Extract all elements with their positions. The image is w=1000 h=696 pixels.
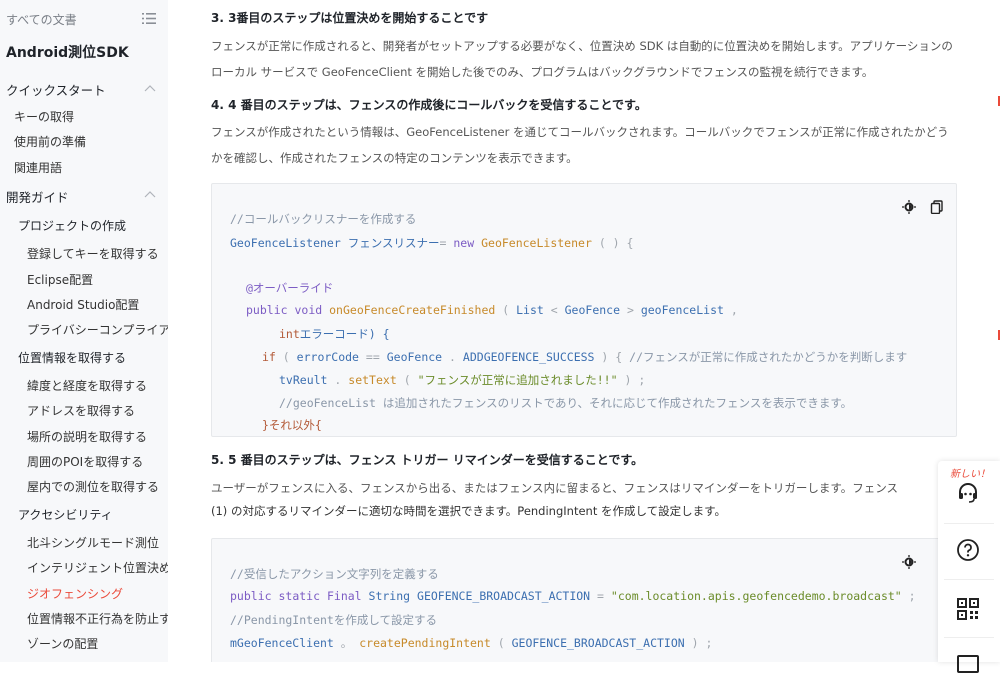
product-title: Android測位SDK (6, 45, 129, 61)
code-line: mGeoFenceClient 。 createPendingIntent ( … (230, 636, 713, 650)
help-icon (957, 539, 979, 561)
theme-toggle-icon[interactable] (902, 555, 916, 569)
code-line: //geoFenceList は追加されたフェンスのリストであり、それに応じて作… (279, 396, 853, 410)
code-line: if ( errorCode == GeoFence . ADDGEOFENCE… (262, 350, 908, 364)
sidebar-item-privacy[interactable]: プライバシーコンプライア (27, 321, 168, 338)
sidebar-group-accessibility[interactable]: アクセシビリティ (18, 506, 113, 523)
copy-icon[interactable] (930, 200, 944, 214)
chevron-up-icon[interactable] (144, 84, 156, 92)
sidebar-item-intelligent[interactable]: インテリジェント位置決め (27, 559, 168, 576)
code-line: //PendingIntentを作成して設定する (230, 613, 438, 627)
feedback-icon (957, 655, 979, 673)
sidebar-item-android-studio[interactable]: Android Studio配置 (27, 296, 139, 313)
section-quickstart[interactable]: クイックスタート (6, 80, 106, 99)
all-docs-label[interactable]: すべての文書 (6, 11, 77, 28)
code-line: intエラーコード) { (279, 327, 390, 341)
step4-paragraph: フェンスが作成されたという情報は、GeoFenceListener を通じてコー… (211, 125, 949, 165)
code-line: //コールバックリスナーを作成する (230, 212, 417, 226)
all-docs-header[interactable]: すべての文書 (6, 11, 156, 27)
qrcode-icon (957, 598, 979, 620)
step3-paragraph: フェンスが正常に作成されると、開発者がセットアップする必要がなく、位置決め SD… (211, 39, 953, 79)
sidebar-item-terms[interactable]: 関連用語 (14, 159, 62, 176)
code-line: }それ以外{ (262, 418, 322, 432)
section-dev-guide[interactable]: 開発ガイド (6, 187, 69, 206)
theme-toggle-icon[interactable] (902, 200, 916, 214)
code-line: @オーバーライド (246, 281, 334, 295)
sidebar-item-zone[interactable]: ゾーンの配置 (27, 635, 98, 652)
sidebar-item-beidou[interactable]: 北斗シングルモード測位 (27, 534, 159, 551)
code-line: public static Final String GEOFENCE_BROA… (230, 589, 916, 603)
feedback-button[interactable] (938, 640, 1000, 696)
sidebar-item-eclipse[interactable]: Eclipse配置 (27, 271, 93, 288)
step5-heading: 5. 5 番目のステップは、フェンス トリガー リマインダーを受信することです。 (211, 453, 644, 467)
code-block-pendingintent: //受信したアクション文字列を定義する public static Final … (211, 538, 957, 662)
sidebar-item-prepare[interactable]: 使用前の準備 (14, 133, 86, 150)
floating-toolbar: 新しい！ (938, 461, 1000, 673)
qrcode-button[interactable] (938, 583, 1000, 639)
sidebar-item-get-key[interactable]: キーの取得 (14, 108, 74, 125)
step4-heading: 4. 4 番目のステップは、フェンスの作成後にコールバックを受信することです。 (211, 98, 647, 112)
sidebar-item-address[interactable]: アドレスを取得する (27, 402, 135, 419)
support-button[interactable] (938, 467, 1000, 523)
sidebar: すべての文書 Android測位SDK クイックスタート キーの取得 使用前の準… (0, 0, 168, 662)
code-line: //受信したアクション文字列を定義する (230, 567, 439, 581)
sidebar-item-place-desc[interactable]: 場所の説明を取得する (27, 428, 147, 445)
sidebar-group-location[interactable]: 位置情報を取得する (18, 349, 126, 366)
sidebar-item-register[interactable]: 登録してキーを取得する (27, 245, 159, 262)
code-line: GeoFenceListener フェンスリスナー= new GeoFenceL… (230, 236, 634, 250)
sidebar-item-geofencing[interactable]: ジオフェンシング (27, 585, 123, 602)
divider (944, 637, 994, 638)
code-line: tvReult . setText ( "フェンスが正常に追加されました!!" … (279, 373, 646, 387)
sidebar-item-latlng[interactable]: 緯度と経度を取得する (27, 377, 147, 394)
code-block-listener: //コールバックリスナーを作成する GeoFenceListener フェンスリ… (211, 183, 957, 437)
help-button[interactable] (938, 524, 1000, 580)
menu-icon[interactable] (142, 13, 156, 24)
step3-heading: 3. 3番目のステップは位置決めを開始することです (211, 11, 489, 25)
sidebar-group-project[interactable]: プロジェクトの作成 (18, 217, 126, 234)
divider (944, 579, 994, 580)
step5-paragraph-2: (1) の対応するリマインダーに適切な時間を選択できます。PendingInte… (211, 504, 726, 518)
code-line: public void onGeoFenceCreateFinished ( L… (246, 303, 738, 317)
chevron-up-icon[interactable] (144, 190, 156, 198)
doc-content: 3. 3番目のステップは位置決めを開始することです フェンスが正常に作成されると… (169, 0, 1000, 662)
sidebar-item-poi[interactable]: 周囲のPOIを取得する (27, 453, 143, 470)
support-headset-icon (959, 483, 977, 503)
sidebar-item-indoor[interactable]: 屋内での測位を取得する (27, 478, 159, 495)
sidebar-item-anti-fraud[interactable]: 位置情報不正行為を防止す (27, 610, 168, 627)
